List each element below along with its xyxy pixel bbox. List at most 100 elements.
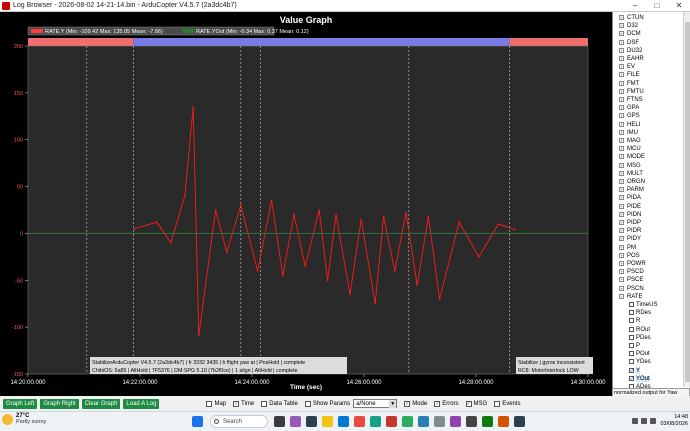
tree-group-ftns[interactable]: + FTNS: [619, 96, 643, 104]
expand-icon[interactable]: +: [619, 113, 624, 119]
expand-icon[interactable]: +: [619, 154, 624, 160]
load-log-button[interactable]: Load A Log: [123, 398, 160, 409]
clear-graph-button[interactable]: Clear Graph: [81, 398, 121, 409]
field-checkbox[interactable]: ✓: [629, 367, 634, 373]
time-checkbox[interactable]: ✓ Time: [233, 400, 254, 407]
wifi-icon[interactable]: [641, 418, 648, 424]
expand-icon[interactable]: +: [619, 14, 624, 20]
tree-group-msg[interactable]: + MSG: [619, 162, 641, 170]
legend-entry-rate-y[interactable]: RATE.Y (Min: -109.42 Max: 135.05 Mean: -…: [45, 29, 163, 35]
expand-icon[interactable]: +: [619, 121, 624, 127]
tree-group-eahr[interactable]: + EAHR: [619, 55, 644, 63]
tree-group-pide[interactable]: + PIDE: [619, 203, 641, 211]
field-checkbox[interactable]: ✓: [629, 375, 634, 381]
app-icon-navy[interactable]: [514, 416, 525, 427]
expand-icon[interactable]: +: [619, 219, 624, 225]
graph-left-button[interactable]: Graph Left: [3, 398, 38, 409]
tree-field-rout[interactable]: ROut: [629, 326, 650, 334]
tree-group-pscd[interactable]: + PSCD: [619, 268, 644, 276]
tree-scrollbar-thumb[interactable]: [685, 22, 690, 382]
tree-group-pidp[interactable]: + PIDP: [619, 219, 641, 227]
weather-widget[interactable]: 27°C Partly sunny: [2, 413, 46, 425]
tree-scrollbar[interactable]: [683, 12, 690, 387]
expand-icon[interactable]: +: [619, 96, 624, 102]
app-icon-purple[interactable]: [450, 416, 461, 427]
expand-icon[interactable]: +: [619, 285, 624, 291]
expand-icon[interactable]: +: [619, 244, 624, 250]
task-view-icon[interactable]: [274, 416, 285, 427]
collapse-icon[interactable]: −: [619, 293, 624, 299]
tree-group-mult[interactable]: + MULT: [619, 170, 643, 178]
file-explorer-icon[interactable]: [322, 416, 333, 427]
tree-group-parm[interactable]: + PARM: [619, 186, 644, 194]
value-graph-chart[interactable]: Value Graph RATE.Y (Min: -109.42 Max: 13…: [0, 12, 612, 396]
expand-icon[interactable]: +: [619, 23, 624, 29]
field-checkbox[interactable]: [629, 310, 634, 316]
tree-group-pscn[interactable]: + PSCN: [619, 285, 644, 293]
expand-icon[interactable]: +: [619, 146, 624, 152]
tree-field-pdes[interactable]: PDes: [629, 334, 651, 342]
tree-group-mode[interactable]: + MODE: [619, 153, 645, 161]
tree-group-imu[interactable]: + IMU: [619, 129, 638, 137]
app-icon-teal[interactable]: [370, 416, 381, 427]
expand-icon[interactable]: +: [619, 129, 624, 135]
store-icon[interactable]: [354, 416, 365, 427]
chrome-icon[interactable]: [402, 416, 413, 427]
map-checkbox-box[interactable]: [206, 400, 213, 407]
time-checkbox-box[interactable]: ✓: [233, 400, 240, 407]
tree-field-r[interactable]: R: [629, 317, 640, 325]
tree-field-y[interactable]: ✓ Y: [629, 367, 641, 375]
legend-entry-rate-yout[interactable]: RATE.YOut (Min: -0.34 Max: 0.37 Mean: 0.…: [196, 29, 309, 35]
office-icon[interactable]: [386, 416, 397, 427]
tree-field-yout[interactable]: ✓ YOut: [629, 375, 650, 383]
tree-group-d32[interactable]: + D32: [619, 22, 638, 30]
tree-field-timeus[interactable]: TimeUS: [629, 301, 657, 309]
tree-group-fmtu[interactable]: + FMTU: [619, 88, 644, 96]
tree-group-pos[interactable]: + POS: [619, 252, 640, 260]
field-checkbox[interactable]: [629, 342, 634, 348]
expand-icon[interactable]: +: [619, 269, 624, 275]
expand-icon[interactable]: +: [619, 105, 624, 111]
expand-icon[interactable]: +: [619, 260, 624, 266]
app-icon-grey[interactable]: [434, 416, 445, 427]
msg-checkbox[interactable]: ✓ MSG: [465, 400, 487, 407]
app-icon-dark[interactable]: [306, 416, 317, 427]
errors-checkbox[interactable]: ✓ Errors: [434, 400, 459, 407]
app-icon-orange[interactable]: [498, 416, 509, 427]
value-graph-panel[interactable]: Value Graph RATE.Y (Min: -109.42 Max: 13…: [0, 12, 612, 396]
tree-group-fmt[interactable]: + FMT: [619, 80, 639, 88]
expand-icon[interactable]: +: [619, 137, 624, 143]
expand-icon[interactable]: +: [619, 277, 624, 283]
tree-field-pout[interactable]: POut: [629, 350, 650, 358]
field-checkbox[interactable]: [629, 318, 634, 324]
expand-icon[interactable]: +: [619, 47, 624, 53]
start-icon[interactable]: [192, 416, 203, 427]
data-table-checkbox-box[interactable]: [261, 400, 268, 407]
field-tree-panel[interactable]: + CTUN + D32 + DCM + DSF + DU32 + EAHR + EV + FILE + FMT +…: [612, 12, 690, 396]
show-params-checkbox[interactable]: Show Params: [304, 400, 350, 407]
field-checkbox[interactable]: [629, 334, 634, 340]
tree-group-dsf[interactable]: + DSF: [619, 39, 639, 47]
tree-group-gps[interactable]: + GPS: [619, 112, 640, 120]
expand-icon[interactable]: +: [619, 252, 624, 258]
msg-checkbox-box[interactable]: ✓: [465, 400, 472, 407]
field-checkbox[interactable]: [629, 301, 634, 307]
field-tree[interactable]: + CTUN + D32 + DCM + DSF + DU32 + EAHR + EV + FILE + FMT +…: [613, 12, 683, 396]
mode-select[interactable]: a/None ▼: [353, 399, 398, 408]
tree-group-file[interactable]: + FILE: [619, 71, 640, 79]
expand-icon[interactable]: +: [619, 55, 624, 61]
chevron-up-icon[interactable]: [632, 418, 639, 424]
clock[interactable]: 14:48 03/08/2026: [660, 414, 688, 428]
expand-icon[interactable]: +: [619, 72, 624, 78]
outlook-icon[interactable]: [418, 416, 429, 427]
tree-group-dcm[interactable]: + DCM: [619, 30, 641, 38]
expand-icon[interactable]: +: [619, 170, 624, 176]
tree-group-psce[interactable]: + PSCE: [619, 276, 643, 284]
data-table-checkbox[interactable]: Data Table: [261, 400, 298, 407]
expand-icon[interactable]: +: [619, 195, 624, 201]
mode-checkbox[interactable]: ✓ Mode: [404, 400, 427, 407]
tree-group-pidn[interactable]: + PIDN: [619, 211, 641, 219]
field-checkbox[interactable]: [629, 351, 634, 357]
tree-group-pida[interactable]: + PIDA: [619, 194, 641, 202]
chevron-down-icon[interactable]: ▼: [389, 400, 397, 408]
